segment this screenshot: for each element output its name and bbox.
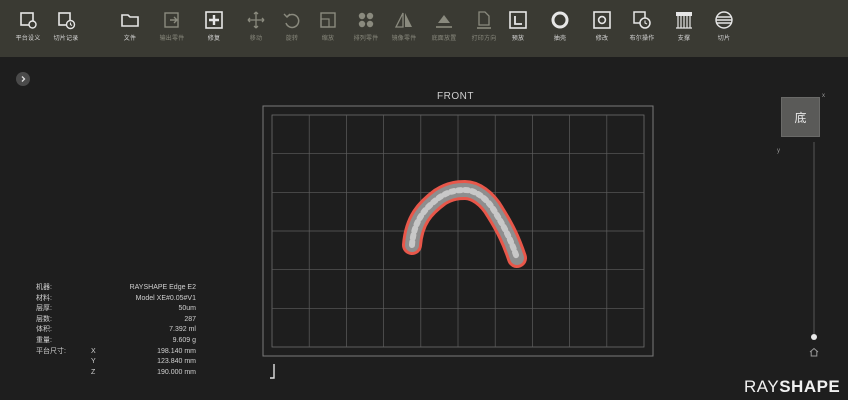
info-key: 层厚: — [36, 305, 52, 313]
rotate-icon — [281, 9, 303, 31]
toolbar-button-label: 修复 — [207, 36, 221, 42]
front-label: FRONT — [435, 91, 476, 102]
toolbar-button-label: 支撑 — [677, 36, 691, 42]
home-icon[interactable] — [808, 346, 820, 358]
toolbar-button-label: 旋转 — [285, 36, 299, 42]
mirror-icon — [393, 9, 415, 31]
axis-label: X — [91, 347, 96, 355]
info-row-platform-x: 平台尺寸: X 198.140 mm — [36, 347, 196, 358]
toolbar-button-label: 移动 — [249, 36, 263, 42]
dental-model[interactable] — [402, 179, 527, 268]
info-value: 50um — [178, 305, 196, 313]
toolbar-button-label: 抽壳 — [553, 36, 567, 42]
toolbar-button-export[interactable]: 输出零件 — [150, 0, 194, 57]
info-key: 体积: — [36, 326, 52, 334]
toolbar-button-slice-history[interactable]: 切片记录 — [44, 0, 88, 57]
info-key: 层数: — [36, 315, 52, 323]
slice-icon — [713, 9, 735, 31]
folder-icon — [119, 9, 141, 31]
toolbar-button-slice[interactable]: 切片 — [702, 0, 746, 57]
toolbar-button-modify[interactable]: 修改 — [580, 0, 624, 57]
repair-icon — [203, 9, 225, 31]
print-info-panel: 机器: RAYSHAPE Edge E2 材料: Model XE#0.05#V… — [36, 283, 196, 378]
toolbar-button-hollow[interactable]: 抽壳 — [538, 0, 582, 57]
move-icon — [245, 9, 267, 31]
toolbar-button-label: 文件 — [123, 36, 137, 42]
support-icon — [673, 9, 695, 31]
scale-icon — [317, 9, 339, 31]
view-cube[interactable]: 底 — [781, 97, 820, 137]
toolbar-button-repair[interactable]: 修复 — [192, 0, 236, 57]
toolbar-button-label: 预放 — [511, 36, 525, 42]
boolean-icon — [631, 9, 653, 31]
info-row-weight: 重量: 9.609 g — [36, 336, 196, 347]
info-key: 平台尺寸: — [36, 347, 66, 355]
toolbar-button-label: 布尔操作 — [629, 36, 655, 42]
info-row-layer-count: 层数: 287 — [36, 315, 196, 326]
info-row-layer-thickness: 层厚: 50um — [36, 304, 196, 315]
info-value: 287 — [184, 315, 196, 323]
info-row-machine: 机器: RAYSHAPE Edge E2 — [36, 283, 196, 294]
info-key: 材料: — [36, 294, 52, 302]
toolbar-button-boolean[interactable]: 布尔操作 — [620, 0, 664, 57]
toolbar-button-label: 缩放 — [321, 36, 335, 42]
toolbar-button-label: 镜像零件 — [391, 36, 417, 42]
view-cube-y-axis: y — [777, 148, 780, 154]
chevron-right-icon — [21, 76, 26, 82]
toolbar-button-label: 底面放置 — [431, 36, 457, 42]
platform-grid — [272, 115, 644, 347]
toolbar-button-label: 输出零件 — [159, 36, 185, 42]
toolbar-button-label: 平台设义 — [15, 36, 41, 42]
view-cube-x-axis: x — [822, 93, 825, 99]
info-key: 重量: — [36, 336, 52, 344]
toolbar-button-label: 切片记录 — [53, 36, 79, 42]
slice-history-icon — [55, 9, 77, 31]
platform-settings-icon — [17, 9, 39, 31]
layer-slider-track[interactable] — [813, 142, 815, 334]
hollow-icon — [549, 9, 571, 31]
toolbar-button-support[interactable]: 支撑 — [662, 0, 706, 57]
toolbar-button-folder[interactable]: 文件 — [108, 0, 152, 57]
axis-indicator-icon — [270, 364, 275, 379]
expand-panel-button[interactable] — [16, 72, 30, 86]
modify-icon — [591, 9, 613, 31]
lay-flat-icon — [433, 9, 455, 31]
toolbar-button-lay-flat[interactable]: 底面放置 — [422, 0, 466, 57]
info-value: Model XE#0.05#V1 — [135, 294, 196, 302]
info-row-material: 材料: Model XE#0.05#V1 — [36, 294, 196, 305]
toolbar-button-label: 排列零件 — [353, 36, 379, 42]
info-value: RAYSHAPE Edge E2 — [129, 284, 196, 291]
toolbar-button-layout[interactable]: 预放 — [496, 0, 540, 57]
info-value: 9.609 g — [172, 336, 196, 344]
build-platform — [262, 105, 654, 357]
layer-slider-handle[interactable] — [811, 334, 817, 340]
info-value: 7.392 ml — [169, 326, 196, 334]
toolbar-button-mirror[interactable]: 镜像零件 — [382, 0, 426, 57]
info-value: 190.000 mm — [157, 368, 196, 376]
toolbar-button-label: 切片 — [717, 36, 731, 42]
info-value: 123.840 mm — [157, 358, 196, 366]
axis-label: Z — [91, 368, 96, 376]
info-row-platform-z: Z 190.000 mm — [36, 368, 196, 379]
main-toolbar: 平台设义 切片记录 文件 输出零件 修复 移动 旋转 缩放 排列零件 镜像零件 底面放置 打印方向 预放… — [0, 0, 848, 57]
arrange-icon — [355, 9, 377, 31]
rayshape-logo: RAYSHAPE — [744, 377, 841, 396]
toolbar-button-label: 修改 — [595, 36, 609, 42]
layout-icon — [507, 9, 529, 31]
print-orientation-icon — [473, 9, 495, 31]
export-icon — [161, 9, 183, 31]
info-row-platform-y: Y 123.840 mm — [36, 357, 196, 368]
info-key: 机器: — [36, 284, 52, 291]
axis-label: Y — [91, 358, 96, 366]
info-row-volume: 体积: 7.392 ml — [36, 325, 196, 336]
info-value: 198.140 mm — [157, 347, 196, 355]
toolbar-button-label: 打印方向 — [471, 36, 497, 42]
